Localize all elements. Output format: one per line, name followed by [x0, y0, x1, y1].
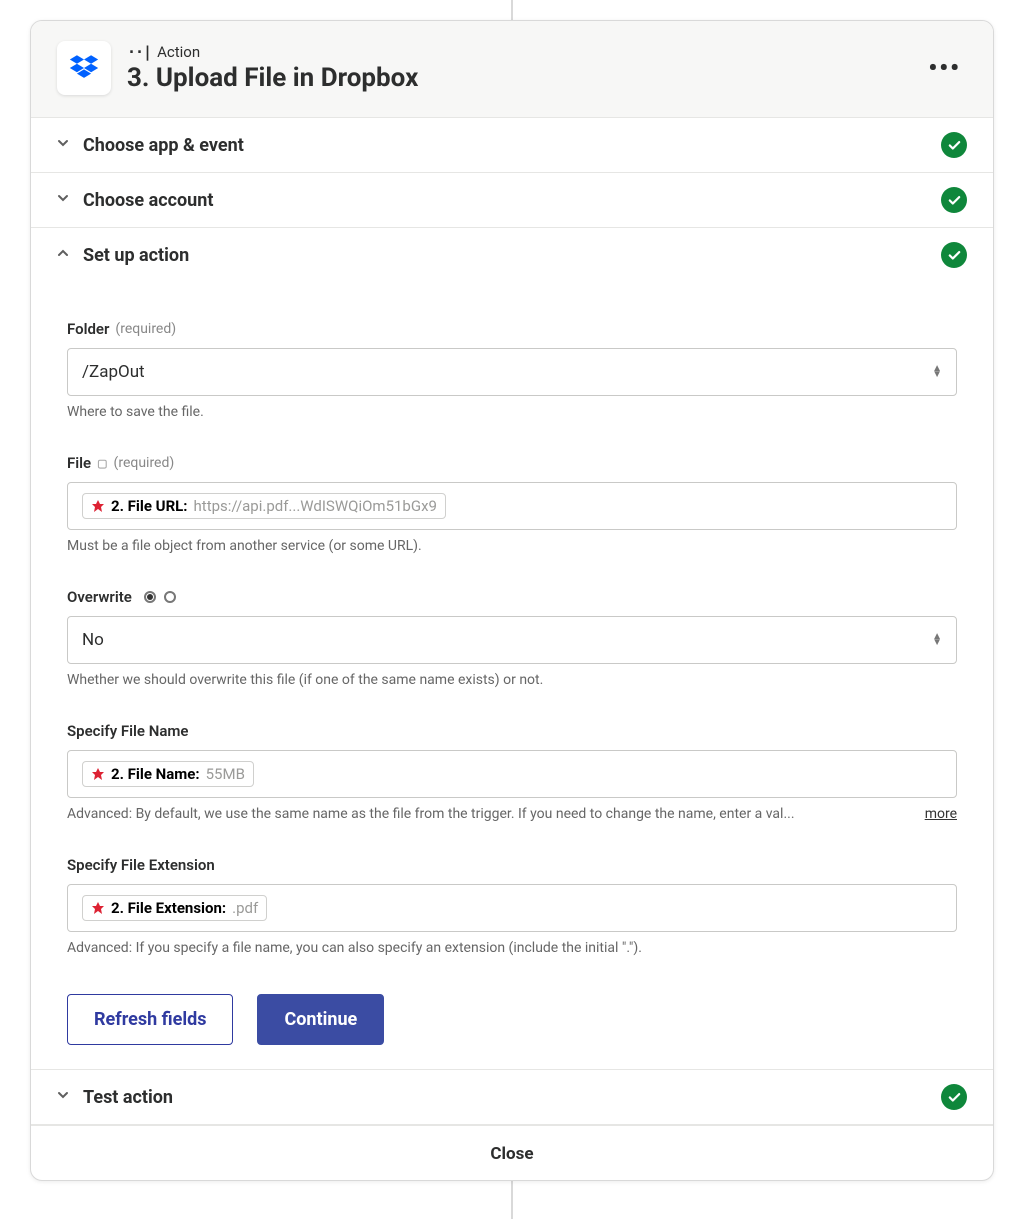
chevron-down-icon: [57, 192, 75, 208]
pdfco-icon: [91, 499, 105, 513]
label-text: Specify File Name: [67, 722, 189, 740]
status-complete-icon: [941, 1084, 967, 1110]
section-choose-account[interactable]: Choose account: [31, 173, 993, 228]
file-input[interactable]: 2. File URL: https://api.pdf...WdISWQiOm…: [67, 482, 957, 530]
panel-header: ··| Action 3. Upload File in Dropbox •••: [31, 21, 993, 118]
chevron-up-icon: [57, 247, 75, 263]
header-meta: ··| Action 3. Upload File in Dropbox: [127, 43, 906, 93]
overwrite-value: No: [82, 630, 104, 650]
token-label: 2. File Extension:: [111, 899, 226, 917]
folder-value: /ZapOut: [82, 362, 145, 382]
chevron-down-icon: [57, 137, 75, 153]
token-value: https://api.pdf...WdISWQiOm51bGx9: [194, 497, 437, 515]
help-text: Where to save the file.: [67, 404, 957, 420]
field-label: Specify File Extension: [67, 856, 957, 874]
header-title: 3. Upload File in Dropbox: [127, 63, 906, 93]
select-caret-icon: ▲▼: [932, 634, 942, 646]
label-text: Overwrite: [67, 588, 132, 606]
overwrite-type-toggle[interactable]: [144, 591, 176, 603]
more-link[interactable]: more: [925, 806, 957, 822]
token-label: 2. File URL:: [111, 497, 188, 515]
token-value: .pdf: [232, 899, 258, 917]
section-test-action[interactable]: Test action: [31, 1070, 993, 1125]
label-text: Folder: [67, 320, 109, 338]
action-buttons: Refresh fields Continue: [67, 994, 957, 1045]
chevron-down-icon: [57, 1089, 75, 1105]
setup-action-form: Folder (required) /ZapOut ▲▼ Where to sa…: [31, 282, 993, 1070]
label-text: File: [67, 454, 91, 472]
pdfco-icon: [91, 767, 105, 781]
refresh-fields-button[interactable]: Refresh fields: [67, 994, 233, 1045]
section-label: Set up action: [83, 245, 941, 266]
close-button[interactable]: Close: [31, 1125, 993, 1181]
flow-connector-bottom: [511, 1181, 513, 1219]
status-complete-icon: [941, 242, 967, 268]
field-label: Overwrite: [67, 588, 957, 606]
header-eyebrow-text: Action: [157, 43, 200, 61]
field-file-name: Specify File Name 2. File Name: 55MB Adv…: [67, 722, 957, 822]
overflow-menu-button[interactable]: •••: [922, 50, 967, 86]
action-step-panel: ··| Action 3. Upload File in Dropbox •••…: [30, 20, 994, 1181]
pdfco-icon: [91, 901, 105, 915]
help-text: Whether we should overwrite this file (i…: [67, 672, 957, 688]
section-label: Choose app & event: [83, 135, 941, 156]
file-extension-input[interactable]: 2. File Extension: .pdf: [67, 884, 957, 932]
select-caret-icon: ▲▼: [932, 366, 942, 378]
help-text: Must be a file object from another servi…: [67, 538, 957, 554]
section-label: Test action: [83, 1087, 941, 1108]
section-label: Choose account: [83, 190, 941, 211]
field-file: File ▢ (required) 2. File URL: https://a…: [67, 454, 957, 554]
app-icon-dropbox: [57, 41, 111, 95]
token-label: 2. File Name:: [111, 765, 200, 783]
field-label: Specify File Name: [67, 722, 957, 740]
status-complete-icon: [941, 187, 967, 213]
radio-option[interactable]: [164, 591, 176, 603]
field-file-extension: Specify File Extension 2. File Extension…: [67, 856, 957, 956]
section-choose-app[interactable]: Choose app & event: [31, 118, 993, 173]
help-text: Advanced: If you specify a file name, yo…: [67, 940, 957, 956]
mapped-token-file-url[interactable]: 2. File URL: https://api.pdf...WdISWQiOm…: [82, 493, 446, 519]
folder-select[interactable]: /ZapOut ▲▼: [67, 348, 957, 396]
action-glyph-icon: ··|: [127, 43, 151, 61]
section-setup-action[interactable]: Set up action: [31, 228, 993, 282]
required-hint: (required): [115, 321, 176, 337]
label-text: Specify File Extension: [67, 856, 215, 874]
mapped-token-file-name[interactable]: 2. File Name: 55MB: [82, 761, 254, 787]
radio-option-selected[interactable]: [144, 591, 156, 603]
header-eyebrow: ··| Action: [127, 43, 906, 61]
field-overwrite: Overwrite No ▲▼ Whether we should overwr…: [67, 588, 957, 688]
status-complete-icon: [941, 132, 967, 158]
help-text: Advanced: By default, we use the same na…: [67, 806, 917, 822]
dropbox-icon: [67, 51, 101, 85]
field-label: File ▢ (required): [67, 454, 957, 472]
continue-button[interactable]: Continue: [257, 994, 384, 1045]
file-type-icon: ▢: [97, 457, 107, 470]
field-folder: Folder (required) /ZapOut ▲▼ Where to sa…: [67, 320, 957, 420]
required-hint: (required): [114, 455, 175, 471]
token-value: 55MB: [206, 765, 245, 783]
mapped-token-file-extension[interactable]: 2. File Extension: .pdf: [82, 895, 267, 921]
field-label: Folder (required): [67, 320, 957, 338]
overwrite-select[interactable]: No ▲▼: [67, 616, 957, 664]
file-name-input[interactable]: 2. File Name: 55MB: [67, 750, 957, 798]
flow-connector-top: [511, 0, 513, 20]
